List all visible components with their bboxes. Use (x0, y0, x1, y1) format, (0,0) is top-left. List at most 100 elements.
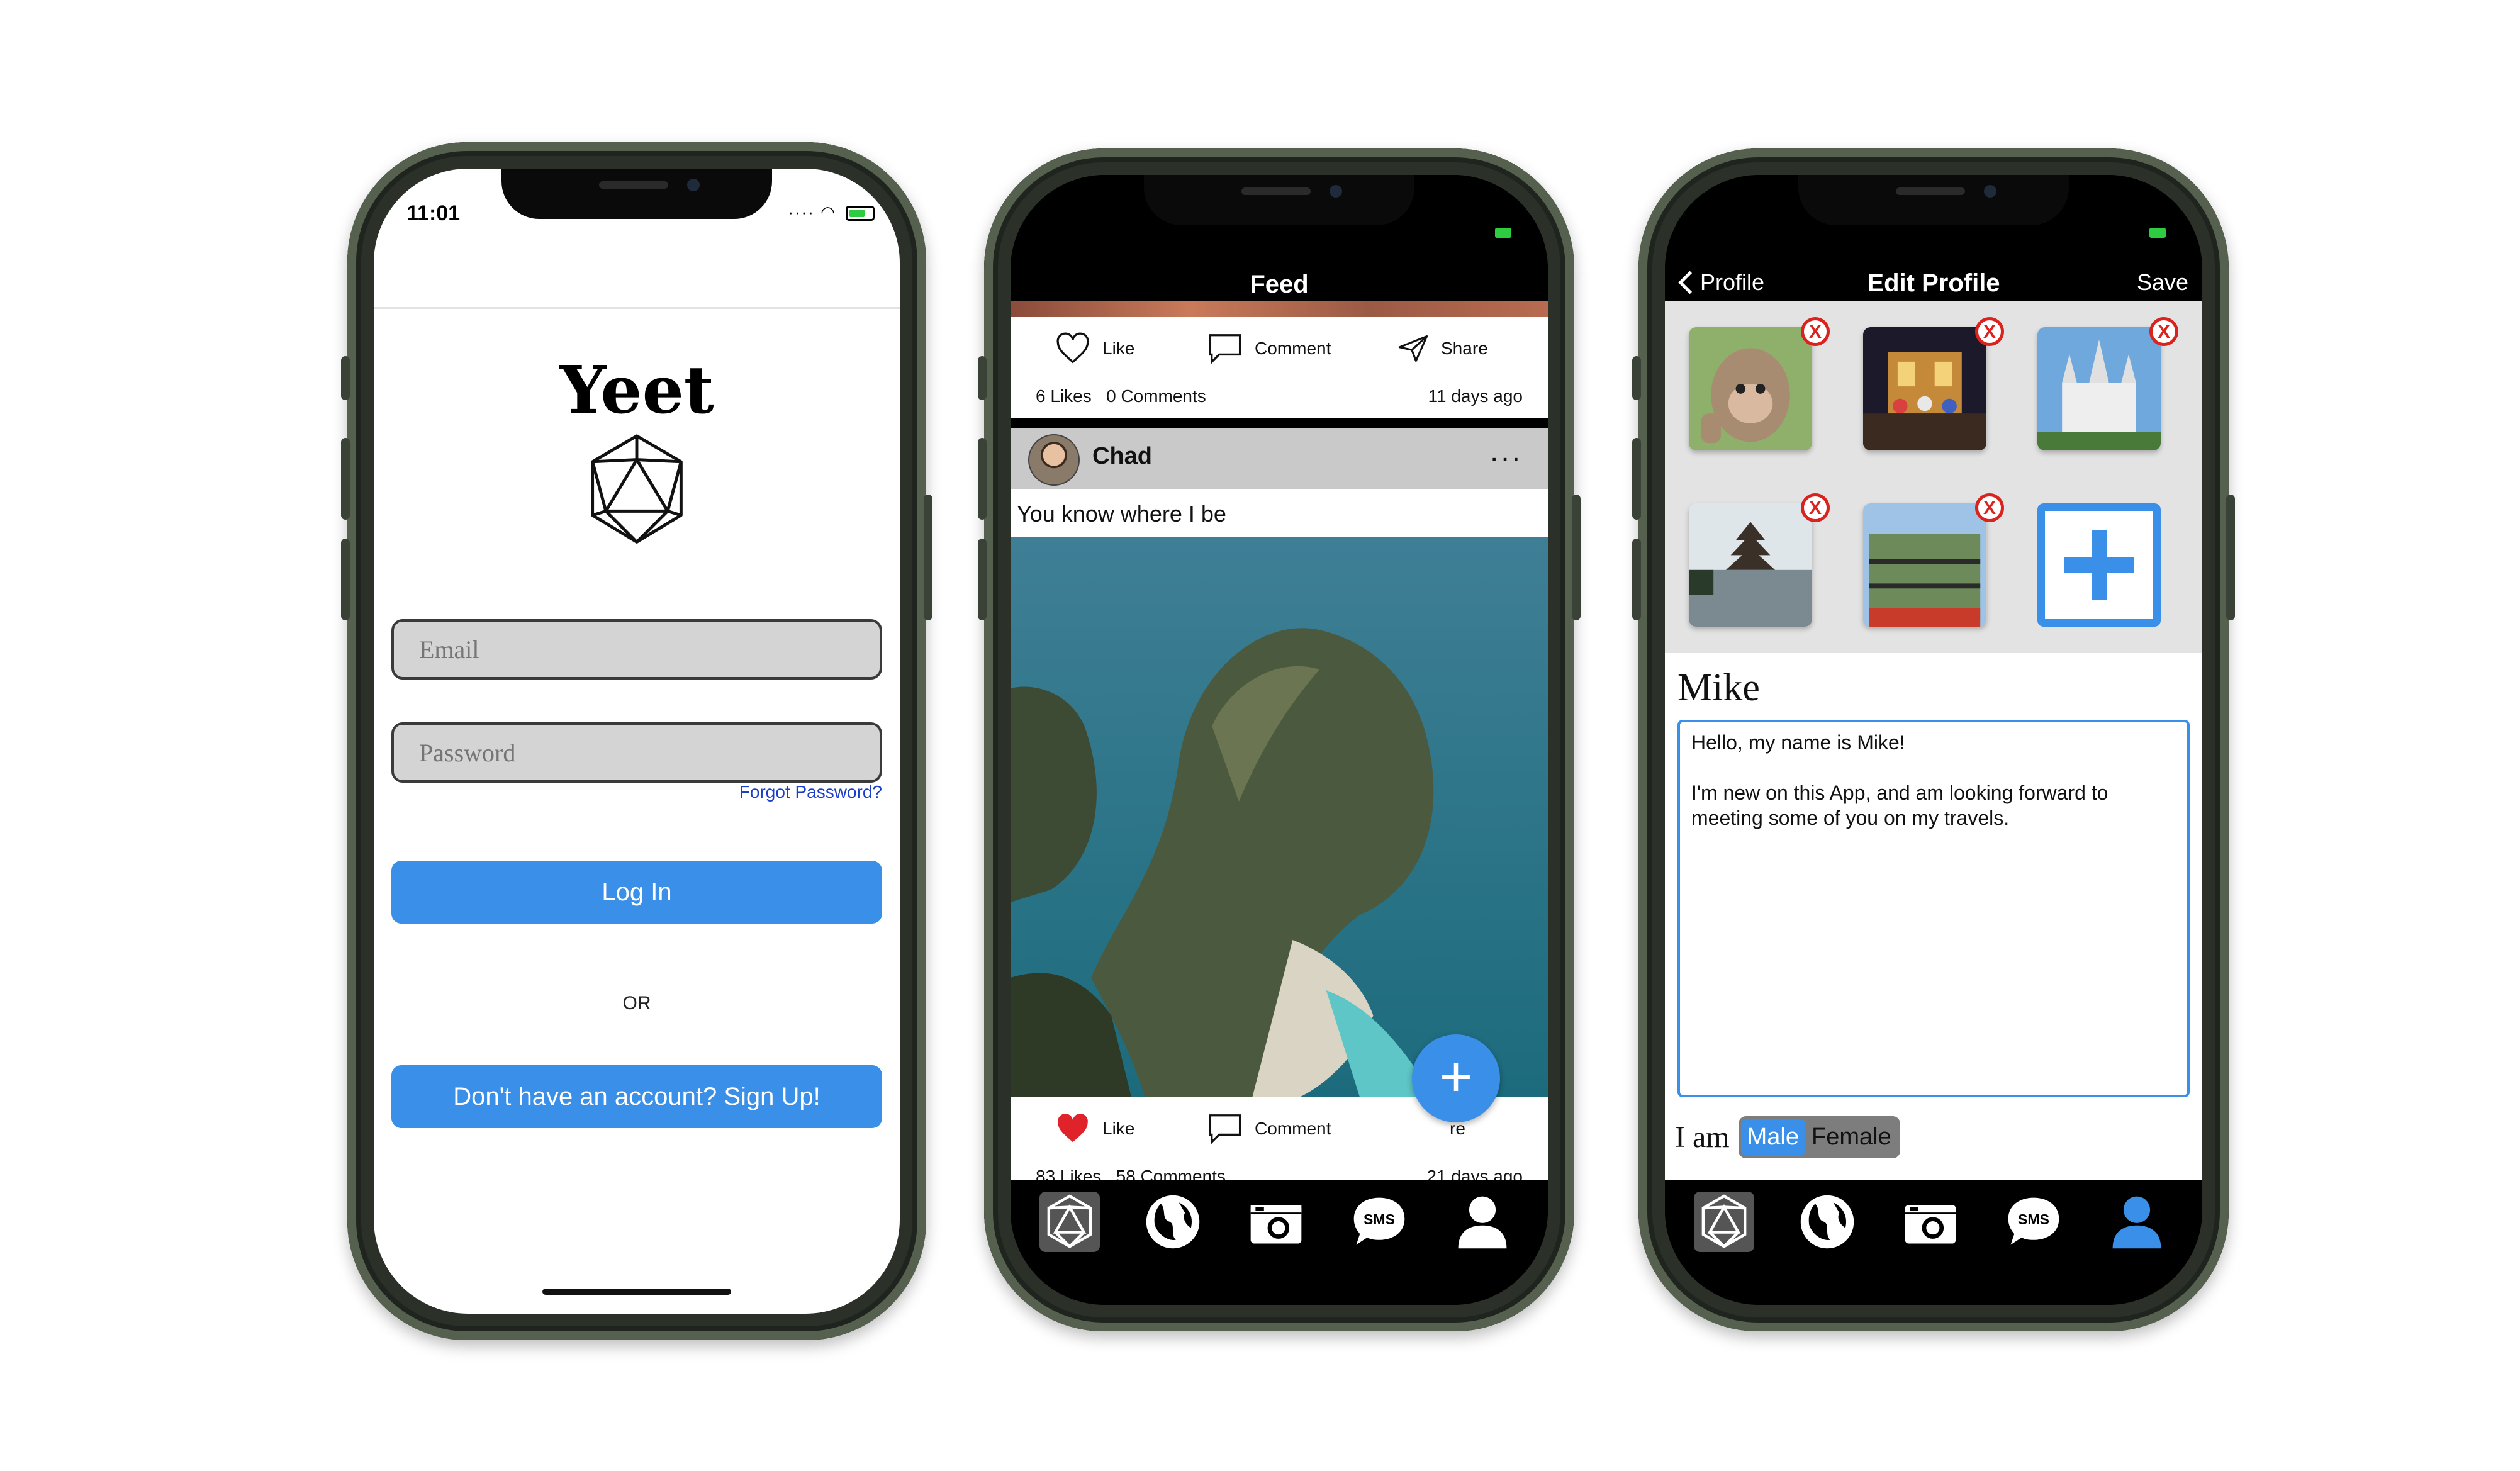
tab-messages[interactable]: SMS (1349, 1192, 1409, 1252)
comment-button[interactable]: Comment (1207, 317, 1331, 380)
post-meta: 6 Likes 0 Comments 11 days ago (1011, 380, 1548, 418)
tab-profile-active[interactable] (2107, 1192, 2167, 1252)
notch (501, 169, 772, 219)
app-title: Yeet (559, 351, 714, 428)
remove-photo-button[interactable]: X (1801, 317, 1830, 346)
tab-explore[interactable] (1797, 1192, 1857, 1252)
side-button (1632, 356, 1641, 400)
tab-profile[interactable] (1452, 1192, 1513, 1252)
photo-thumb-temple[interactable] (1689, 503, 1812, 627)
volume-up-button (1632, 438, 1641, 520)
sms-label: SMS (2018, 1211, 2049, 1228)
photo-thumb-balcony-building[interactable] (1863, 503, 1986, 627)
side-button (341, 356, 350, 400)
tab-home[interactable] (1039, 1192, 1100, 1252)
notch (1798, 175, 2069, 225)
bio-textarea[interactable]: Hello, my name is Mike! I'm new on this … (1677, 720, 2190, 1097)
d20-logo-icon (591, 434, 683, 544)
comment-icon (1209, 334, 1241, 365)
wifi-icon: ◠ (820, 203, 836, 221)
comments-count: 58 Comments (1116, 1166, 1226, 1180)
tab-messages[interactable]: SMS (2003, 1192, 2064, 1252)
edit-profile-screen: Profile Edit Profile Save X X X X X Mike… (1665, 175, 2202, 1305)
post-photo[interactable] (1011, 537, 1548, 1097)
remove-photo-button[interactable]: X (1975, 317, 2004, 346)
photo-thumb-monkey[interactable] (1689, 327, 1812, 450)
street-band-photo (1863, 327, 1986, 450)
post-header: Chad ... (1011, 428, 1548, 489)
phone-feed: Feed Like Comment Share 6 Likes 0 Commen… (978, 148, 1581, 1331)
side-button (978, 356, 987, 400)
post-stats: 83 Likes 58 Comments (1036, 1166, 1226, 1180)
tab-explore[interactable] (1143, 1192, 1203, 1252)
share-button[interactable]: Share (1397, 317, 1488, 380)
save-button[interactable]: Save (2137, 269, 2188, 296)
photo-thumb-cathedral[interactable] (2037, 327, 2161, 450)
coastal-cliff-photo (1011, 537, 1548, 1097)
photo-grid: X X X X X (1665, 301, 2202, 653)
email-input[interactable] (391, 619, 882, 680)
like-button[interactable]: Like (1055, 1097, 1134, 1160)
camera-icon (1905, 1205, 1956, 1244)
photo-thumb-street-band[interactable] (1863, 327, 1986, 450)
forgot-password-link[interactable]: Forgot Password? (739, 782, 882, 802)
comments-count: 0 Comments (1106, 386, 1206, 406)
volume-down-button (1632, 539, 1641, 620)
battery-icon (2149, 228, 2166, 238)
tab-camera[interactable] (1246, 1192, 1306, 1252)
more-options-icon[interactable]: ... (1490, 434, 1523, 469)
status-icons: ···· ◠ (788, 203, 875, 222)
tab-bar: SMS (1665, 1180, 2202, 1305)
signal-icon: ···· (788, 203, 815, 221)
notch (1144, 175, 1414, 225)
feed-list[interactable]: Like Comment Share 6 Likes 0 Comments 11… (1011, 301, 1548, 1180)
password-input[interactable] (391, 722, 882, 783)
like-label: Like (1102, 1119, 1135, 1138)
heart-outline-icon (1056, 332, 1089, 364)
temple-photo (1689, 503, 1812, 627)
gender-segmented-control: Male Female (1738, 1116, 1900, 1158)
volume-down-button (978, 539, 987, 620)
tab-camera[interactable] (1900, 1192, 1961, 1252)
tab-home[interactable] (1694, 1192, 1754, 1252)
comment-icon (1209, 1114, 1241, 1145)
profile-form: X X X X X Mike Hello, my name is Mike! I… (1665, 301, 2202, 1180)
remove-photo-button[interactable]: X (2149, 317, 2178, 346)
camera-icon (1250, 1205, 1302, 1244)
remove-photo-button[interactable]: X (1975, 493, 2004, 522)
login-button[interactable]: Log In (391, 861, 882, 924)
battery-icon (846, 206, 875, 221)
like-button[interactable]: Like (1055, 317, 1134, 380)
sms-icon: SMS (1353, 1197, 1405, 1245)
comment-button[interactable]: Comment (1207, 1097, 1331, 1160)
post-time: 11 days ago (1428, 386, 1523, 406)
user-icon (2112, 1196, 2161, 1249)
volume-down-button (341, 539, 350, 620)
globe-icon (1146, 1195, 1200, 1249)
building-photo (1863, 503, 1986, 627)
add-post-button[interactable]: + (1412, 1034, 1500, 1122)
comment-label: Comment (1255, 338, 1331, 358)
cathedral-photo (2037, 327, 2161, 450)
power-button (2226, 495, 2235, 620)
add-photo-button[interactable] (2037, 503, 2161, 627)
phone-edit-profile: Profile Edit Profile Save X X X X X Mike… (1632, 148, 2235, 1331)
volume-up-button (341, 438, 350, 520)
volume-up-button (978, 438, 987, 520)
avatar[interactable] (1028, 434, 1080, 486)
post-author[interactable]: Chad (1092, 443, 1152, 470)
post-caption: You know where I be (1017, 501, 1226, 527)
battery-icon (1495, 228, 1511, 238)
page-title: Edit Profile (1867, 269, 2000, 297)
like-label: Like (1102, 338, 1135, 358)
status-time: 11:01 (406, 201, 461, 225)
likes-count: 6 Likes (1036, 386, 1092, 406)
signup-button[interactable]: Don't have an account? Sign Up! (391, 1065, 882, 1128)
comment-label: Comment (1255, 1119, 1331, 1138)
post-divider (1011, 418, 1548, 428)
gender-option-male[interactable]: Male (1740, 1119, 1805, 1156)
tab-bar: SMS (1011, 1180, 1548, 1305)
gender-option-female[interactable]: Female (1805, 1119, 1898, 1156)
remove-photo-button[interactable]: X (1801, 493, 1830, 522)
monkey-photo (1689, 327, 1812, 450)
